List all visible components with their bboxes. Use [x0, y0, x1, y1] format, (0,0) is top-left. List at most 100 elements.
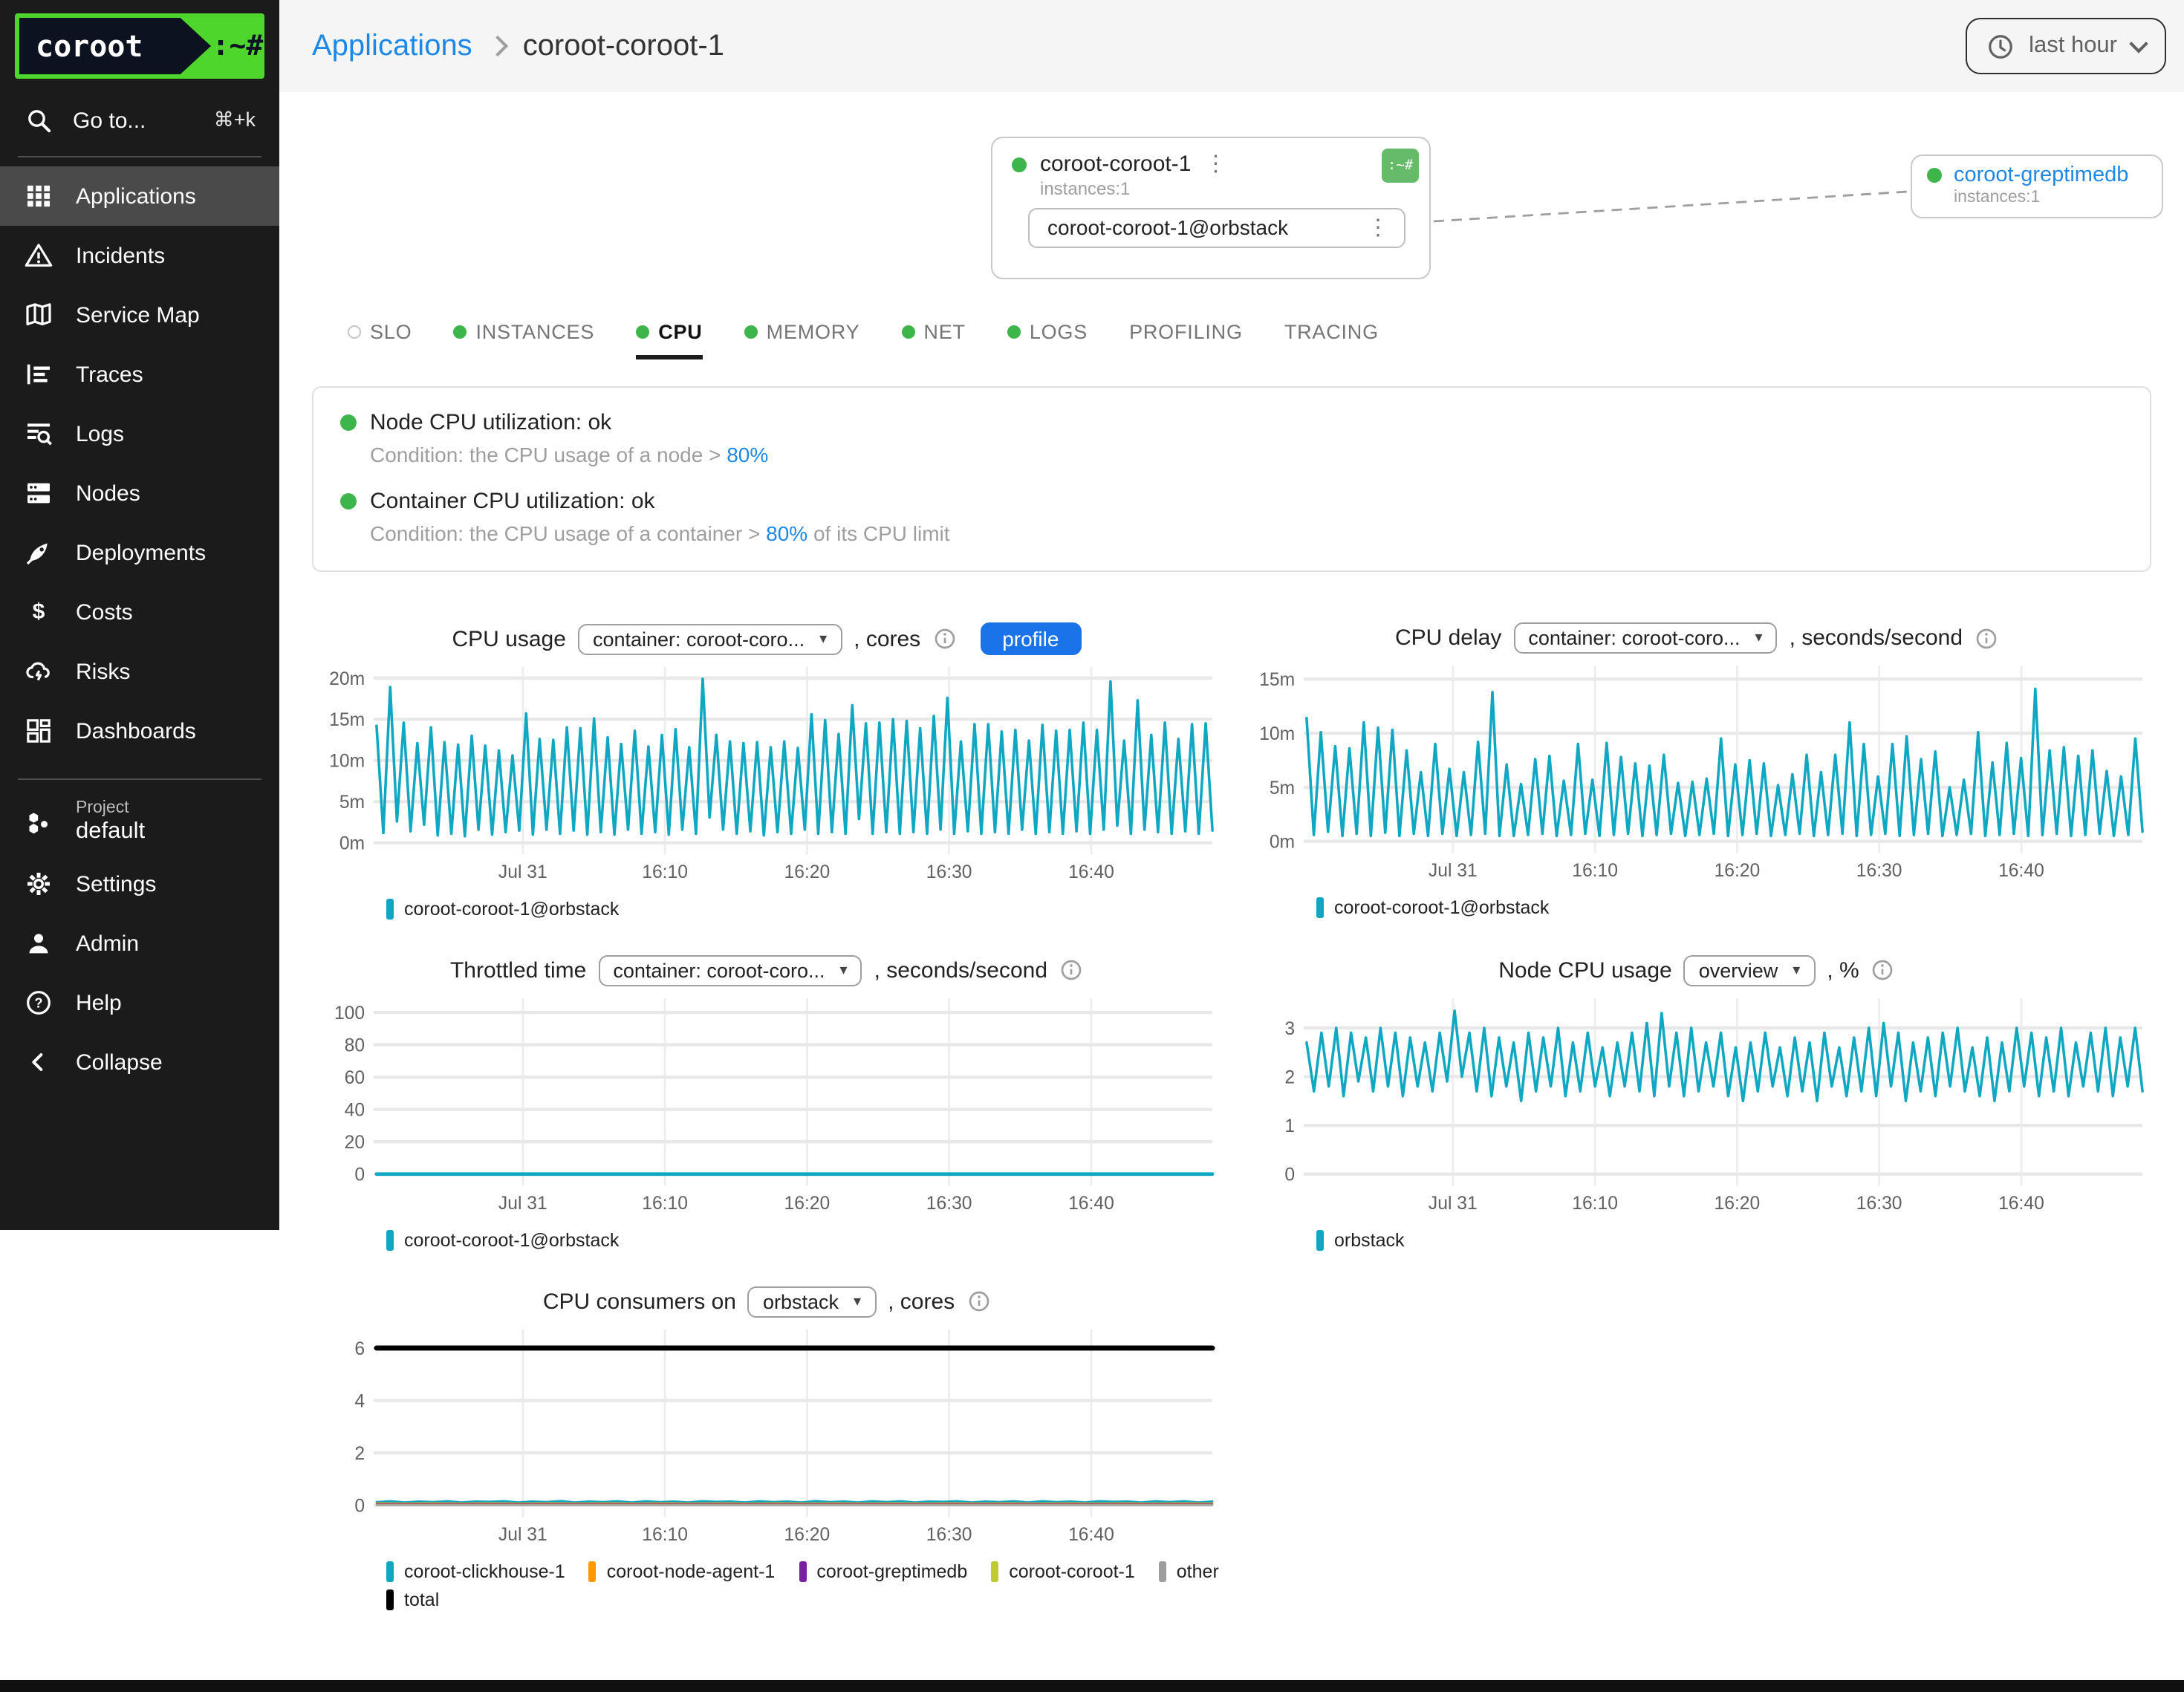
sidebar-item-service-map[interactable]: Service Map — [0, 285, 279, 345]
sidebar-item-label: Deployments — [76, 540, 206, 565]
info-icon[interactable] — [1871, 959, 1895, 983]
svg-text:5m: 5m — [339, 793, 365, 813]
svg-text:16:20: 16:20 — [784, 1525, 831, 1545]
tab-label: MEMORY — [767, 321, 860, 343]
kebab-menu-icon[interactable]: ⋮ — [1367, 216, 1389, 238]
sidebar-item-label: Costs — [76, 599, 133, 625]
series-selector-dropdown[interactable]: container: coroot-coro...▾ — [578, 623, 842, 654]
sidebar-item-traces[interactable]: Traces — [0, 345, 279, 404]
go-to-label: Go to... — [73, 108, 195, 133]
svg-text:20m: 20m — [329, 669, 365, 689]
service-map-icon — [24, 300, 53, 330]
chart-legend: coroot-coroot-1@orbstack — [386, 1230, 1221, 1251]
tab-label: LOGS — [1030, 321, 1088, 343]
coroot-logo[interactable]: coroot :~# — [15, 13, 264, 79]
time-range-picker[interactable]: last hour — [1965, 18, 2166, 74]
info-icon[interactable] — [966, 1290, 990, 1314]
series-selector-dropdown[interactable]: container: coroot-coro...▾ — [598, 955, 862, 986]
sidebar-item-label: Admin — [76, 931, 139, 956]
info-icon[interactable] — [932, 627, 956, 651]
tab-net[interactable]: NET — [901, 321, 965, 359]
app-card-coroot-coroot-1[interactable]: :~# coroot-coroot-1 ⋮ instances:1 coroot… — [991, 137, 1431, 279]
tab-tracing[interactable]: TRACING — [1284, 321, 1379, 359]
sidebar-divider — [18, 156, 261, 157]
legend-color-marker — [386, 1561, 394, 1582]
status-dot-green — [1007, 325, 1021, 339]
sidebar-item-settings[interactable]: Settings — [0, 854, 279, 914]
chart-title: Node CPU usage — [1498, 958, 1671, 983]
sidebar-item-risks[interactable]: Risks — [0, 642, 279, 701]
tab-logs[interactable]: LOGS — [1007, 321, 1088, 359]
legend-item[interactable]: orbstack — [1316, 1230, 1405, 1251]
tab-label: TRACING — [1284, 321, 1379, 343]
sidebar-item-help[interactable]: ?Help — [0, 973, 279, 1032]
svg-text:2: 2 — [1284, 1067, 1295, 1087]
profile-button[interactable]: profile — [980, 622, 1081, 655]
legend-label: coroot-coroot-1@orbstack — [1334, 897, 1549, 918]
tab-cpu[interactable]: CPU — [636, 321, 702, 359]
svg-text:80: 80 — [345, 1035, 365, 1055]
tab-profiling[interactable]: PROFILING — [1129, 321, 1243, 359]
upstream-link[interactable]: coroot-greptimedb — [1954, 163, 2128, 187]
caret-down-icon: ▾ — [819, 631, 827, 647]
tab-memory[interactable]: MEMORY — [744, 321, 860, 359]
svg-text:?: ? — [34, 995, 42, 1011]
chart-plot-area[interactable]: 0246Jul 3116:1016:2016:3016:40 — [312, 1321, 1221, 1555]
svg-text:16:30: 16:30 — [926, 1194, 972, 1214]
chart-plot-area[interactable]: 0m5m10m15mJul 3116:1016:2016:3016:40 — [1242, 657, 2151, 891]
chart-plot-area[interactable]: 0123Jul 3116:1016:2016:3016:40 — [1242, 989, 2151, 1224]
chart-legend: orbstack — [1316, 1230, 2151, 1251]
sidebar-item-nodes[interactable]: Nodes — [0, 463, 279, 523]
legend-item[interactable]: coroot-clickhouse-1 — [386, 1561, 565, 1582]
kebab-menu-icon[interactable]: ⋮ — [1204, 153, 1226, 175]
status-dot-green — [1012, 157, 1027, 172]
info-icon[interactable] — [1975, 626, 1998, 650]
legend-item[interactable]: coroot-greptimedb — [799, 1561, 967, 1582]
tab-label: CPU — [658, 321, 702, 343]
chart-plot-area[interactable]: 020406080100Jul 3116:1016:2016:3016:40 — [312, 989, 1221, 1224]
threshold-link[interactable]: 80% — [727, 443, 768, 466]
series-selector-dropdown[interactable]: orbstack▾ — [748, 1286, 876, 1318]
sidebar-item-incidents[interactable]: Incidents — [0, 226, 279, 285]
sidebar-item-applications[interactable]: Applications — [0, 166, 279, 226]
logo-text: coroot — [19, 18, 211, 74]
caret-down-icon: ▾ — [1755, 630, 1763, 646]
series-selector-dropdown[interactable]: overview▾ — [1684, 955, 1816, 986]
instance-chip[interactable]: coroot-coroot-1@orbstack ⋮ — [1028, 208, 1405, 248]
top-header: Applications coroot-coroot-1 last hour — [279, 0, 2184, 92]
tab-slo[interactable]: SLO — [348, 321, 412, 359]
sidebar-item-logs[interactable]: Logs — [0, 404, 279, 463]
svg-text:Jul 31: Jul 31 — [498, 862, 547, 882]
info-icon[interactable] — [1059, 959, 1083, 983]
legend-item[interactable]: coroot-coroot-1@orbstack — [386, 899, 619, 920]
chart-plot-area[interactable]: 0m5m10m15m20mJul 3116:1016:2016:3016:40 — [312, 658, 1221, 893]
admin-icon — [24, 928, 53, 958]
sidebar-item-costs[interactable]: $Costs — [0, 582, 279, 642]
check-title: Node CPU utilization: ok — [370, 410, 611, 435]
svg-text:100: 100 — [334, 1003, 365, 1024]
legend-item[interactable]: coroot-node-agent-1 — [589, 1561, 776, 1582]
legend-item[interactable]: total — [386, 1589, 439, 1610]
sidebar-item-label: Logs — [76, 421, 124, 446]
collapse-icon — [24, 1047, 53, 1077]
sidebar-item-admin[interactable]: Admin — [0, 914, 279, 973]
threshold-link[interactable]: 80% — [766, 521, 807, 545]
chevron-right-icon — [487, 36, 508, 56]
legend-item[interactable]: coroot-coroot-1@orbstack — [386, 1230, 619, 1251]
sidebar-item-project[interactable]: Project default — [0, 789, 279, 854]
upstream-card-coroot-greptimedb[interactable]: coroot-greptimedb instances:1 — [1911, 154, 2163, 218]
sidebar-item-dashboards[interactable]: Dashboards — [0, 701, 279, 761]
breadcrumb-applications-link[interactable]: Applications — [312, 29, 472, 63]
sidebar-item-deployments[interactable]: Deployments — [0, 523, 279, 582]
legend-item[interactable]: coroot-coroot-1@orbstack — [1316, 897, 1549, 918]
main-content: :~# coroot-coroot-1 ⋮ instances:1 coroot… — [279, 92, 2184, 1692]
svg-text:16:10: 16:10 — [642, 862, 688, 882]
tab-instances[interactable]: INSTANCES — [453, 321, 594, 359]
series-selector-dropdown[interactable]: container: coroot-coro...▾ — [1513, 622, 1777, 654]
legend-item[interactable]: other — [1159, 1561, 1219, 1582]
svg-text:0: 0 — [354, 1496, 365, 1516]
chart-cpu-delay: CPU delay container: coroot-coro...▾ , s… — [1242, 622, 2151, 920]
go-to-search[interactable]: Go to... ⌘+k — [0, 85, 279, 153]
legend-item[interactable]: coroot-coroot-1 — [991, 1561, 1135, 1582]
sidebar-item-collapse[interactable]: Collapse — [0, 1032, 279, 1092]
